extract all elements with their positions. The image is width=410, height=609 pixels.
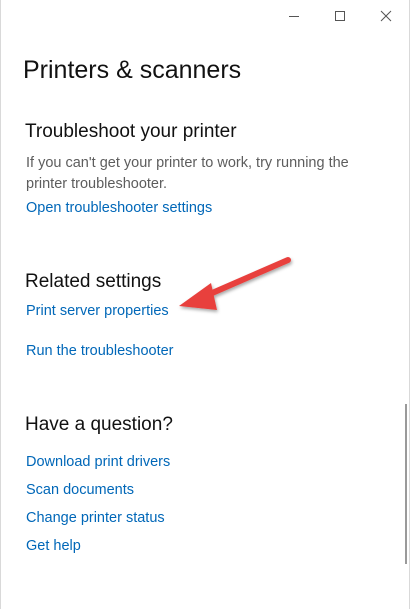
troubleshoot-heading: Troubleshoot your printer — [25, 121, 237, 142]
change-printer-status-link[interactable]: Change printer status — [26, 510, 165, 526]
annotation-arrow — [179, 257, 291, 310]
title-bar-controls — [271, 0, 409, 32]
run-troubleshooter-link[interactable]: Run the troubleshooter — [26, 343, 174, 359]
get-help-link[interactable]: Get help — [26, 538, 81, 554]
download-print-drivers-link[interactable]: Download print drivers — [26, 454, 170, 470]
close-icon — [380, 10, 392, 22]
troubleshoot-description: If you can't get your printer to work, t… — [26, 155, 349, 192]
minimize-button[interactable] — [271, 0, 317, 32]
maximize-icon — [335, 11, 345, 21]
page-title: Printers & scanners — [23, 56, 242, 84]
maximize-button[interactable] — [317, 0, 363, 32]
scrollbar-thumb[interactable] — [405, 404, 407, 564]
scan-documents-link[interactable]: Scan documents — [26, 482, 134, 498]
print-server-properties-link[interactable]: Print server properties — [26, 303, 169, 319]
minimize-icon — [289, 16, 299, 17]
settings-window: Printers & scanners Troubleshoot your pr… — [0, 0, 410, 609]
related-settings-heading: Related settings — [25, 271, 162, 292]
close-button[interactable] — [363, 0, 409, 32]
have-a-question-heading: Have a question? — [25, 414, 173, 435]
open-troubleshooter-settings-link[interactable]: Open troubleshooter settings — [26, 200, 212, 216]
